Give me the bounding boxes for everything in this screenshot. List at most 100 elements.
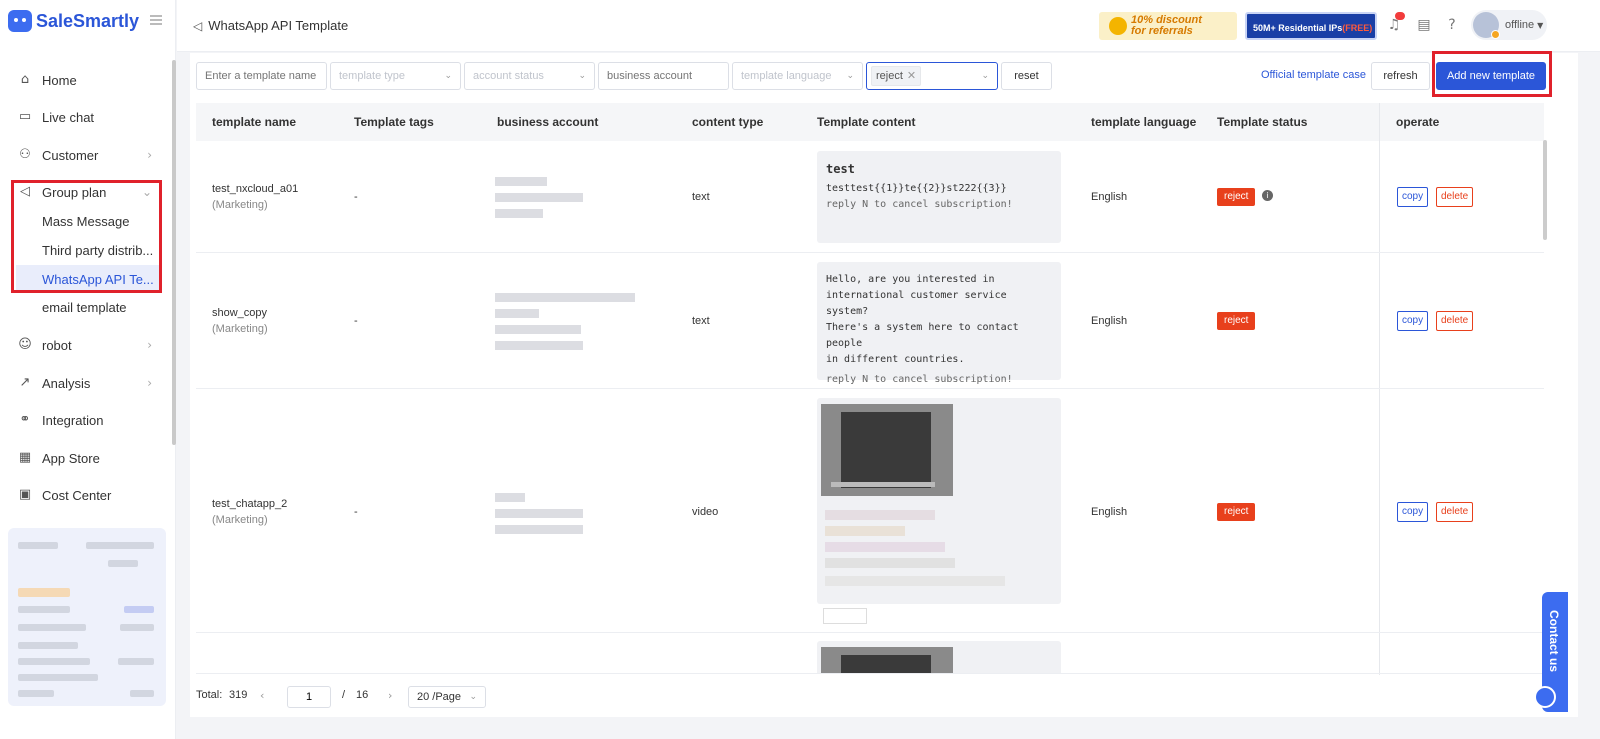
sidebar-item-robot[interactable]: ☺ robot › bbox=[0, 327, 166, 363]
delete-button[interactable]: delete bbox=[1436, 502, 1474, 522]
user-status-menu[interactable]: offline ▼ bbox=[1471, 10, 1547, 40]
info-icon[interactable]: i bbox=[1262, 190, 1273, 201]
column-header: Template tags bbox=[354, 115, 434, 129]
chevron-down-icon: ⌄ bbox=[578, 71, 586, 81]
add-new-template-button[interactable]: Add new template bbox=[1436, 62, 1546, 90]
template-category: (Marketing) bbox=[212, 323, 268, 335]
template-type-select[interactable]: template type ⌄ bbox=[330, 62, 461, 90]
next-page-icon[interactable]: › bbox=[388, 689, 392, 702]
sidebar-subitem-email-template[interactable]: email template bbox=[0, 293, 166, 321]
reset-button[interactable]: reset bbox=[1001, 62, 1052, 90]
status-badge: reject bbox=[1217, 503, 1256, 521]
clipboard-icon[interactable]: ▤ bbox=[1415, 16, 1433, 34]
template-language-select[interactable]: template language ⌄ bbox=[732, 62, 863, 90]
robot-logo-icon bbox=[8, 10, 32, 32]
select-placeholder: template language bbox=[741, 70, 832, 82]
select-placeholder: account status bbox=[473, 70, 544, 82]
account-info-card bbox=[8, 528, 166, 706]
column-header: operate bbox=[1396, 115, 1440, 129]
menu-collapse-icon[interactable] bbox=[150, 15, 162, 25]
sidebar-item-home[interactable]: ⌂ Home bbox=[0, 62, 166, 98]
template-name-cell: test_nxcloud_a01 (Marketing) bbox=[212, 183, 298, 211]
video-thumbnail[interactable] bbox=[821, 647, 953, 673]
template-language-cell: English bbox=[1091, 315, 1128, 327]
column-header: Template content bbox=[817, 115, 916, 129]
sidebar-item-label: Integration bbox=[42, 412, 104, 428]
quick-reply-chip bbox=[823, 608, 867, 624]
table-row bbox=[196, 633, 1544, 673]
help-icon[interactable]: ? bbox=[1443, 16, 1461, 34]
template-category: (Marketing) bbox=[212, 199, 268, 211]
prev-page-icon[interactable]: ‹ bbox=[260, 689, 264, 702]
copy-button[interactable]: copy bbox=[1397, 502, 1429, 522]
template-name: show_copy bbox=[212, 307, 268, 319]
sidebar-subitem-mass-message[interactable]: Mass Message bbox=[0, 207, 166, 235]
content-type-cell: video bbox=[692, 506, 719, 518]
copy-button[interactable]: copy bbox=[1397, 187, 1429, 207]
sidebar-item-label: robot bbox=[42, 337, 72, 353]
app-name: SaleSmartly bbox=[36, 10, 140, 31]
referral-discount-banner[interactable]: 10% discount for referrals bbox=[1099, 12, 1237, 40]
pagination: Total: 319 ‹ / 16 › 20 /Page ⌄ bbox=[196, 673, 1544, 717]
avatar bbox=[1473, 12, 1500, 39]
page-title-text: WhatsApp API Template bbox=[208, 18, 349, 33]
sidebar-item-live-chat[interactable]: ▭ Live chat bbox=[0, 99, 166, 135]
robot-icon: ☺ bbox=[18, 337, 32, 352]
sidebar-item-label: Home bbox=[42, 72, 77, 88]
send-icon: ◁ bbox=[20, 184, 30, 199]
status-dot bbox=[1491, 30, 1500, 39]
main-panel: template type ⌄ account status ⌄ templat… bbox=[190, 51, 1578, 717]
sidebar-subitem-label: Mass Message bbox=[42, 213, 130, 229]
sidebar-scrollbar[interactable] bbox=[172, 60, 176, 445]
template-content-preview bbox=[817, 641, 1061, 673]
chevron-down-icon: ⌄ bbox=[141, 185, 152, 199]
content-type-cell: text bbox=[692, 191, 710, 203]
sidebar-item-app-store[interactable]: ▦ App Store bbox=[0, 440, 166, 476]
close-icon[interactable]: ✕ bbox=[907, 70, 916, 82]
business-account-input[interactable] bbox=[598, 62, 729, 90]
promo-free-text: (FREE) bbox=[1342, 23, 1373, 33]
table-scrollbar[interactable] bbox=[1543, 140, 1547, 240]
sidebar-item-analysis[interactable]: ↗ Analysis › bbox=[0, 365, 166, 401]
total-pages: 16 bbox=[356, 689, 369, 701]
app-logo[interactable]: SaleSmartly bbox=[8, 10, 139, 32]
copy-button[interactable]: copy bbox=[1397, 311, 1429, 331]
status-badge: reject bbox=[1217, 312, 1256, 330]
sidebar-item-group-plan[interactable]: ◁ Group plan ⌄ bbox=[0, 174, 166, 210]
column-header: content type bbox=[692, 115, 764, 129]
home-icon: ⌂ bbox=[20, 72, 30, 87]
total-count: 319 bbox=[229, 689, 248, 701]
page-size-select[interactable]: 20 /Page ⌄ bbox=[408, 686, 486, 708]
template-language-cell: English bbox=[1091, 506, 1128, 518]
sidebar-item-customer[interactable]: ⚇ Customer › bbox=[0, 137, 166, 173]
refresh-button[interactable]: refresh bbox=[1371, 62, 1430, 90]
sidebar-item-label: Group plan bbox=[42, 184, 107, 200]
template-name: test_chatapp_2 bbox=[212, 498, 288, 510]
apps-icon: ▦ bbox=[18, 450, 32, 465]
chart-icon: ↗ bbox=[19, 375, 31, 390]
delete-button[interactable]: delete bbox=[1436, 187, 1474, 207]
sidebar-subitem-third-party[interactable]: Third party distrib... bbox=[0, 236, 166, 264]
account-status-select[interactable]: account status ⌄ bbox=[464, 62, 595, 90]
official-template-case-link[interactable]: Official template case bbox=[1261, 69, 1366, 81]
sidebar-subitem-label: email template bbox=[42, 299, 127, 315]
template-status-select[interactable]: reject ✕ ⌄ bbox=[866, 62, 998, 90]
template-name: test_nxcloud_a01 bbox=[212, 183, 299, 195]
chat-bubble-icon[interactable] bbox=[1534, 686, 1556, 708]
status-badge: reject bbox=[1217, 188, 1256, 206]
sidebar-item-integration[interactable]: ⚭ Integration bbox=[0, 402, 166, 438]
delete-button[interactable]: delete bbox=[1436, 311, 1474, 331]
chevron-down-icon: ⌄ bbox=[981, 71, 989, 81]
template-name-input[interactable] bbox=[196, 62, 327, 90]
sidebar-subitem-whatsapp-api-template[interactable]: WhatsApp API Te... bbox=[16, 265, 162, 293]
residential-ips-banner[interactable]: 50M+ Residential IPs(FREE) bbox=[1245, 12, 1377, 40]
table-row: test_chatapp_2 (Marketing) - video Engli… bbox=[196, 389, 1544, 633]
content-body-line: international customer service system? bbox=[826, 290, 1007, 317]
template-category: (Marketing) bbox=[212, 514, 268, 526]
bell-icon[interactable]: ♫ bbox=[1385, 12, 1405, 34]
content-body-line: Hello, are you interested in bbox=[826, 274, 995, 285]
table-header: template name Template tags business acc… bbox=[196, 103, 1544, 141]
page-number-input[interactable] bbox=[287, 686, 331, 708]
sidebar-item-cost-center[interactable]: ▣ Cost Center bbox=[0, 477, 166, 513]
content-body-line: in different countries. bbox=[826, 354, 965, 365]
